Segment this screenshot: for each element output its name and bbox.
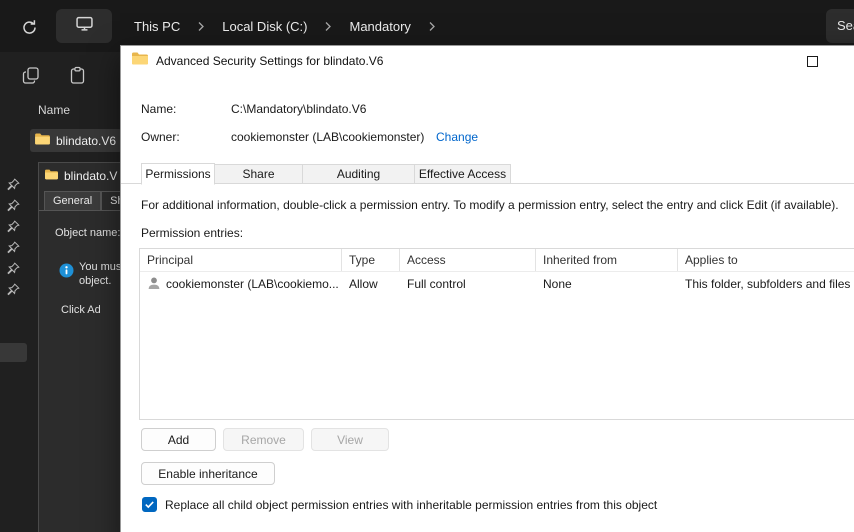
- remove-button[interactable]: Remove: [223, 428, 304, 451]
- this-pc-icon-chip[interactable]: [56, 9, 112, 43]
- chevron-right-icon: [419, 21, 445, 32]
- copy-icon[interactable]: [22, 66, 42, 86]
- info-text-line1: You mus: [79, 261, 122, 273]
- properties-dialog-titlebar[interactable]: blindato.V: [39, 163, 122, 189]
- column-header-type[interactable]: Type: [342, 249, 400, 271]
- refresh-icon[interactable]: [18, 16, 40, 38]
- info-icon: [59, 263, 74, 283]
- tab-general[interactable]: General: [44, 191, 102, 210]
- breadcrumb-local-disk-c[interactable]: Local Disk (C:): [214, 13, 315, 40]
- name-label: Name:: [141, 102, 177, 116]
- pin-icon[interactable]: [7, 241, 21, 255]
- owner-value: cookiemonster (LAB\cookiemonster): [231, 130, 425, 144]
- replace-permissions-label: Replace all child object permission entr…: [165, 497, 658, 512]
- column-header-inherited-from[interactable]: Inherited from: [536, 249, 678, 271]
- desktop: This PC Local Disk (C:) Mandatory Sea Na…: [0, 0, 854, 532]
- search-input[interactable]: Sea: [826, 9, 854, 43]
- tab-permissions[interactable]: Permissions: [141, 163, 215, 185]
- pin-icon[interactable]: [7, 262, 21, 276]
- replace-permissions-checkbox-row: Replace all child object permission entr…: [142, 497, 657, 512]
- tab-effective-access[interactable]: Effective Access: [415, 164, 511, 184]
- cell-inherited-from: None: [543, 277, 572, 291]
- column-header-principal[interactable]: Principal: [140, 249, 342, 271]
- tab-share[interactable]: Share: [215, 164, 303, 184]
- cell-principal: cookiemonster (LAB\cookiemo...: [166, 277, 339, 291]
- file-list-name-header[interactable]: Name: [38, 103, 70, 117]
- breadcrumb-mandatory[interactable]: Mandatory: [341, 13, 418, 40]
- maximize-button[interactable]: [807, 56, 818, 67]
- object-name-label: Object name:: [55, 227, 121, 239]
- properties-tabs: General Sha: [39, 189, 122, 211]
- pin-icon[interactable]: [7, 199, 21, 213]
- folder-icon: [35, 132, 50, 150]
- add-button[interactable]: Add: [141, 428, 216, 451]
- properties-dialog-title: blindato.V: [64, 169, 118, 183]
- change-owner-link[interactable]: Change: [436, 130, 478, 144]
- column-header-access[interactable]: Access: [400, 249, 536, 271]
- tab-auditing[interactable]: Auditing: [303, 164, 415, 184]
- dialog-title: Advanced Security Settings for blindato.…: [156, 54, 384, 68]
- sidebar-selected-item[interactable]: [0, 343, 27, 362]
- chevron-right-icon: [315, 21, 341, 32]
- file-name: blindato.V6: [56, 133, 117, 148]
- cell-applies-to: This folder, subfolders and files: [685, 277, 851, 291]
- tab-sharing[interactable]: Sha: [101, 191, 122, 210]
- pin-icon[interactable]: [7, 178, 21, 192]
- column-header-applies-to[interactable]: Applies to: [678, 249, 854, 271]
- cell-access: Full control: [407, 277, 466, 291]
- chevron-right-icon: [188, 21, 214, 32]
- monitor-icon: [75, 16, 93, 36]
- permissions-description: For additional information, double-click…: [141, 198, 839, 212]
- click-advanced-text: Click Ad: [61, 304, 101, 316]
- info-text-line2: object.: [79, 275, 112, 287]
- pin-icon[interactable]: [7, 220, 21, 234]
- view-button[interactable]: View: [311, 428, 389, 451]
- cell-type: Allow: [349, 277, 378, 291]
- user-icon: [147, 276, 161, 293]
- checkbox-checked[interactable]: [142, 497, 157, 512]
- file-row-blindato[interactable]: blindato.V6: [30, 129, 122, 152]
- name-value: C:\Mandatory\blindato.V6: [231, 102, 367, 116]
- folder-icon: [45, 167, 58, 185]
- dialog-tabs: Permissions Share Auditing Effective Acc…: [141, 162, 511, 185]
- table-row[interactable]: cookiemonster (LAB\cookiemo... Allow Ful…: [140, 272, 854, 296]
- breadcrumb-this-pc[interactable]: This PC: [126, 13, 188, 40]
- dialog-titlebar[interactable]: Advanced Security Settings for blindato.…: [121, 46, 854, 76]
- permission-entries-table: Principal Type Access Inherited from App…: [139, 248, 854, 420]
- folder-icon: [132, 52, 148, 70]
- table-header-row: Principal Type Access Inherited from App…: [140, 249, 854, 272]
- search-text: Sea: [837, 18, 854, 33]
- clipboard-icon[interactable]: [68, 66, 88, 86]
- permission-entries-label: Permission entries:: [141, 226, 244, 240]
- properties-dialog: blindato.V General Sha Object name: You …: [38, 162, 122, 532]
- owner-label: Owner:: [141, 130, 180, 144]
- advanced-security-dialog: Advanced Security Settings for blindato.…: [120, 45, 854, 532]
- pin-icon[interactable]: [7, 283, 21, 297]
- enable-inheritance-button[interactable]: Enable inheritance: [141, 462, 275, 485]
